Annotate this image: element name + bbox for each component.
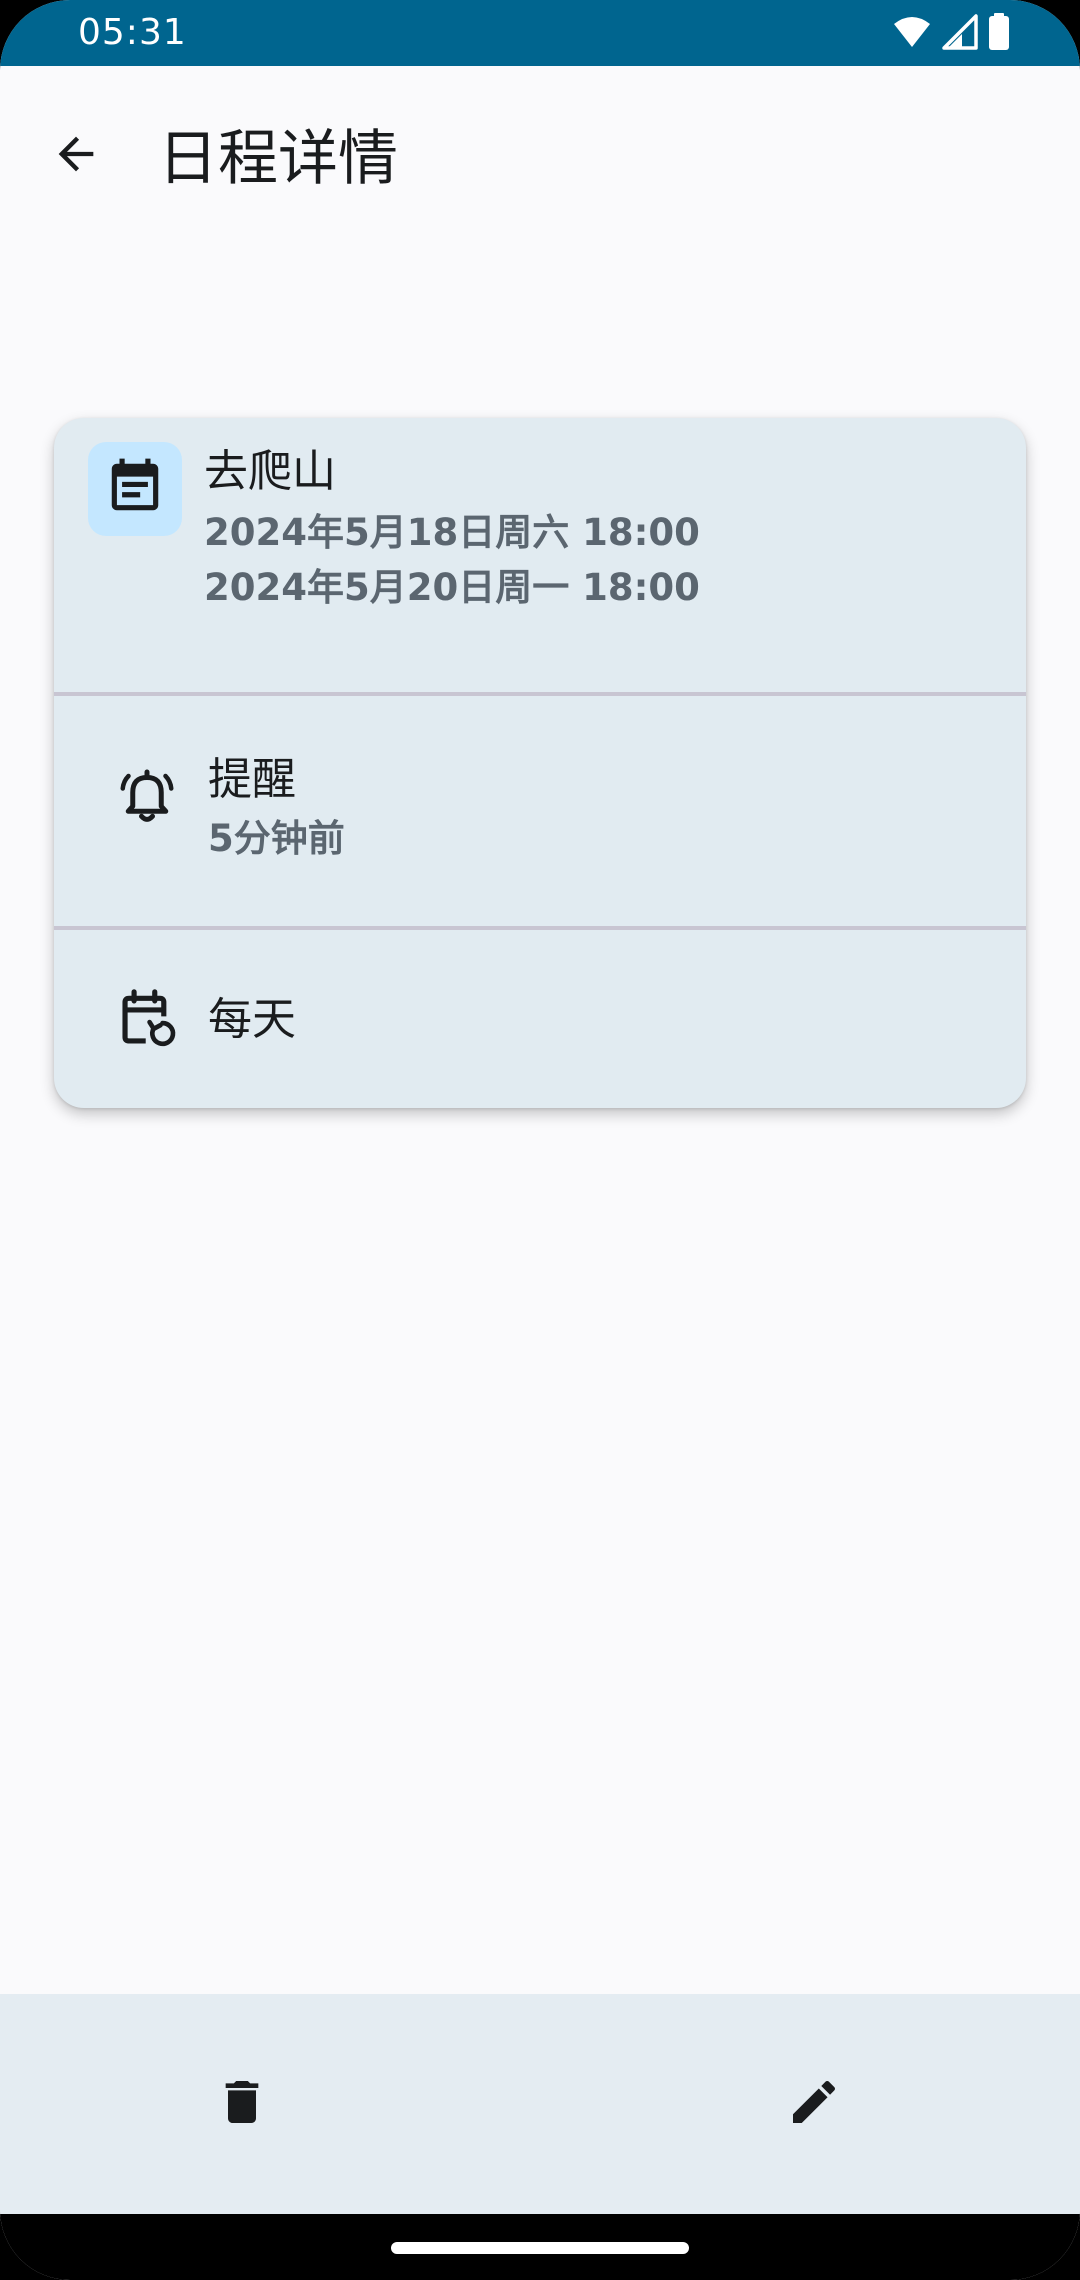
- event-end-time: 2024年5月20日周一 18:00: [204, 566, 700, 609]
- delete-button[interactable]: [200, 2062, 284, 2146]
- event-note-icon: [104, 456, 166, 522]
- status-bar: 05:31: [0, 0, 1080, 66]
- page-title: 日程详情: [158, 124, 398, 194]
- event-start-time: 2024年5月18日周六 18:00: [204, 511, 700, 554]
- wifi-icon: [892, 15, 932, 53]
- event-detail-card: 去爬山 2024年5月18日周六 18:00 2024年5月20日周一 18:0…: [54, 418, 1026, 1108]
- alarm-bell-icon: [112, 760, 182, 830]
- edit-button[interactable]: [772, 2062, 856, 2146]
- screen: 05:31 日程详情 去爬山 2024年5月18日周六 18:00 2024年5…: [0, 0, 1080, 2280]
- edit-icon: [786, 2074, 842, 2134]
- app-bar: 日程详情: [0, 66, 1080, 246]
- repeat-section[interactable]: 每天: [54, 930, 1026, 1108]
- reminder-title: 提醒: [208, 754, 296, 805]
- repeat-label: 每天: [208, 994, 296, 1045]
- status-icons: [892, 13, 1010, 55]
- event-repeat-icon: [112, 984, 182, 1054]
- event-section: 去爬山 2024年5月18日周六 18:00 2024年5月20日周一 18:0…: [54, 418, 1026, 692]
- event-title: 去爬山: [204, 446, 336, 497]
- reminder-section[interactable]: 提醒 5分钟前: [54, 696, 1026, 926]
- home-gesture-handle[interactable]: [391, 2242, 689, 2254]
- battery-icon: [988, 13, 1010, 55]
- event-icon-container: [88, 442, 182, 536]
- status-time: 05:31: [78, 12, 187, 53]
- delete-icon: [214, 2074, 270, 2134]
- gesture-navigation-bar: [0, 2214, 1080, 2280]
- signal-icon: [942, 14, 978, 54]
- arrow-back-icon: [50, 128, 102, 184]
- back-button[interactable]: [36, 116, 116, 196]
- bottom-action-bar: [0, 1994, 1080, 2214]
- reminder-value: 5分钟前: [208, 817, 345, 860]
